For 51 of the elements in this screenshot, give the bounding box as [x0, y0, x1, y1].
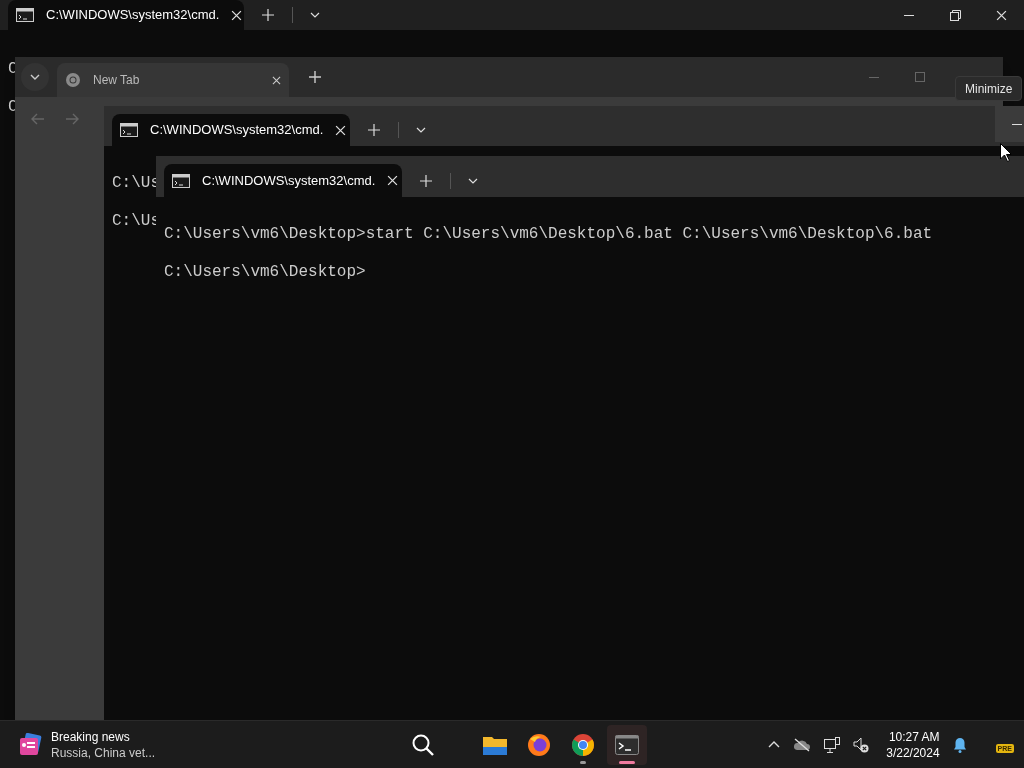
- plus-icon: [420, 174, 432, 187]
- maximize-icon: [915, 72, 925, 82]
- close-icon: [995, 9, 1007, 21]
- mouse-cursor-icon: [1000, 143, 1012, 162]
- restore-icon: [949, 9, 961, 21]
- minimize-icon: [1012, 123, 1022, 125]
- terminal-tab[interactable]: C:\WINDOWS\system32\cmd.: [8, 0, 244, 30]
- plus-icon: [262, 9, 274, 21]
- back-arrow-icon: [31, 113, 45, 125]
- muted-speaker-icon: [853, 736, 870, 753]
- console-icon: [120, 123, 138, 137]
- close-icon: [335, 124, 347, 136]
- bell-icon: [952, 736, 967, 753]
- search-icon: [411, 732, 435, 757]
- clock-time: 10:27 AM: [888, 728, 940, 745]
- clock-date: 3/22/2024: [886, 744, 940, 761]
- close-icon: [272, 75, 281, 85]
- console-icon: [172, 173, 190, 188]
- console-icon: [16, 8, 34, 22]
- forward-arrow-icon: [65, 113, 79, 125]
- browser-logo-icon: [571, 732, 595, 757]
- close-icon: [231, 9, 243, 21]
- terminal-tab[interactable]: C:\WINDOWS\system32\cmd.: [112, 114, 350, 146]
- chevron-down-icon: [30, 74, 40, 80]
- chevron-down-icon: [310, 12, 320, 18]
- running-indicator: [619, 760, 635, 764]
- cloud-off-icon: [793, 737, 812, 752]
- tab-search-button[interactable]: [21, 63, 49, 91]
- minimize-icon: [869, 76, 879, 78]
- news-headline: Breaking news: [51, 728, 131, 745]
- news-icon: [19, 732, 43, 757]
- news-widget[interactable]: Breaking news Russia, China vet...: [19, 728, 169, 761]
- network-icon: [824, 736, 841, 753]
- news-summary: Russia, China vet...: [51, 744, 156, 761]
- minimize-icon: [904, 14, 914, 16]
- chevron-up-icon: [768, 741, 781, 748]
- console-line: C:\Users\vm6\Desktop>start C:\Users\vm6\Desktop\6.bat C:\Users\vm6\Desktop\6.bat: [164, 225, 933, 244]
- tooltip: Minimize: [955, 76, 1023, 101]
- plus-icon: [368, 124, 380, 136]
- running-indicator: [580, 760, 586, 764]
- browser-logo-icon: [65, 72, 81, 88]
- close-icon: [387, 175, 399, 186]
- terminal-icon: [615, 734, 639, 755]
- fox-globe-icon: [527, 732, 551, 757]
- browser-tab[interactable]: New Tab: [57, 63, 289, 97]
- chevron-down-icon: [468, 177, 478, 184]
- terminal-tab[interactable]: C:\WINDOWS\system32\cmd.: [164, 164, 402, 197]
- plus-icon: [309, 71, 321, 83]
- taskbar-app-button[interactable]: [607, 724, 647, 765]
- console-line: C:\Users\vm6\Desktop>: [164, 263, 366, 282]
- chevron-down-icon: [416, 127, 426, 133]
